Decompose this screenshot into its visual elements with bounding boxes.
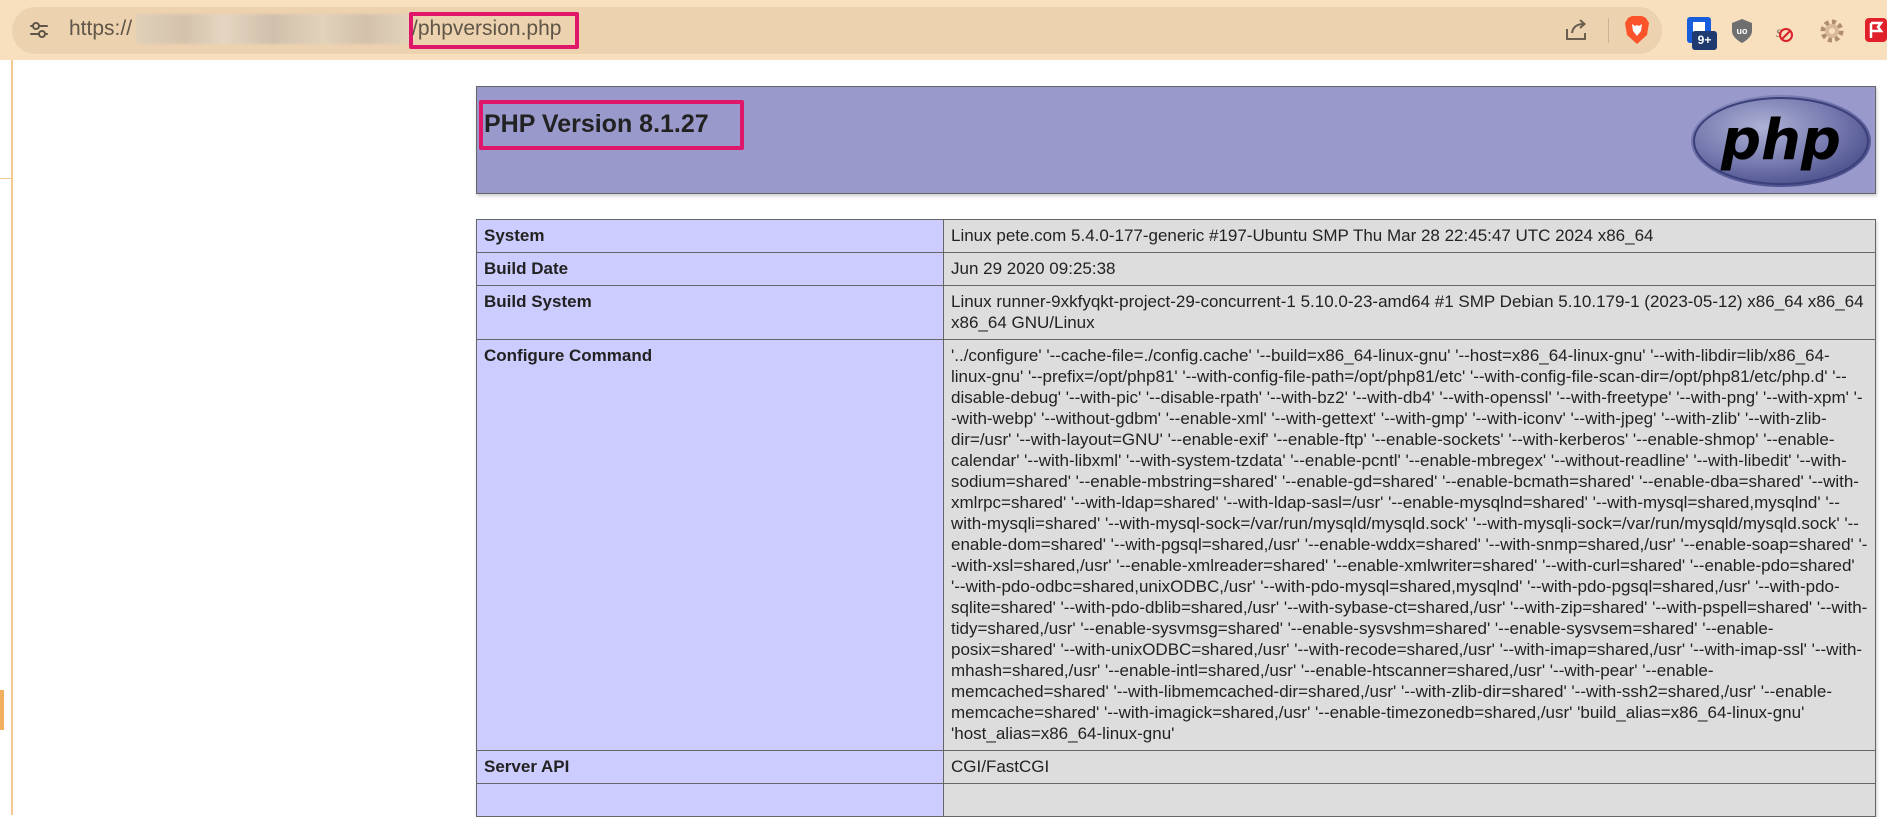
php-logo[interactable]: php (1689, 93, 1873, 189)
row-value: '../configure' '--cache-file=./config.ca… (943, 339, 1876, 751)
sidebar-divider (0, 178, 11, 179)
table-row: System Linux pete.com 5.4.0-177-generic … (476, 219, 1876, 253)
sidebar-edge (11, 60, 13, 815)
settings-gear-icon[interactable] (1818, 17, 1846, 45)
noscript-icon[interactable]: s (1771, 17, 1795, 45)
php-logo-text: php (1720, 108, 1841, 173)
url-path[interactable]: /phpversion.php (412, 17, 561, 41)
row-key (476, 783, 944, 817)
sidebar-indicator (0, 690, 4, 730)
url-scheme[interactable]: https:// (69, 17, 132, 41)
svg-text:uo: uo (1737, 26, 1748, 36)
flag-extension-icon[interactable] (1862, 15, 1887, 45)
php-info-table: System Linux pete.com 5.4.0-177-generic … (476, 219, 1876, 817)
row-key: Configure Command (476, 339, 944, 751)
row-key: Build System (476, 285, 944, 340)
row-key: Server API (476, 750, 944, 784)
row-value (943, 783, 1876, 817)
share-icon[interactable] (1563, 17, 1589, 43)
brave-shields-icon[interactable] (1623, 15, 1651, 45)
table-row: Build Date Jun 29 2020 09:25:38 (476, 252, 1876, 286)
extension-badge: 9+ (1692, 31, 1717, 50)
row-key: Build Date (476, 252, 944, 286)
table-row: Configure Command '../configure' '--cach… (476, 339, 1876, 751)
table-row: Server API CGI/FastCGI (476, 750, 1876, 784)
ublock-origin-icon[interactable]: uo (1730, 17, 1754, 45)
url-host-redacted (136, 14, 410, 44)
row-key: System (476, 219, 944, 253)
row-value: Linux pete.com 5.4.0-177-generic #197-Ub… (943, 219, 1876, 253)
toolbar-divider (1608, 18, 1609, 43)
table-row: Build System Linux runner-9xkfyqkt-proje… (476, 285, 1876, 340)
site-settings-icon[interactable] (28, 19, 50, 41)
row-value: Linux runner-9xkfyqkt-project-29-concurr… (943, 285, 1876, 340)
table-row (476, 783, 1876, 817)
page-title: PHP Version 8.1.27 (484, 110, 709, 138)
row-value: Jun 29 2020 09:25:38 (943, 252, 1876, 286)
row-value: CGI/FastCGI (943, 750, 1876, 784)
browser-toolbar: https:// /phpversion.php 9+ uo s (0, 0, 1887, 60)
php-version-header: PHP Version 8.1.27 php (476, 86, 1876, 194)
